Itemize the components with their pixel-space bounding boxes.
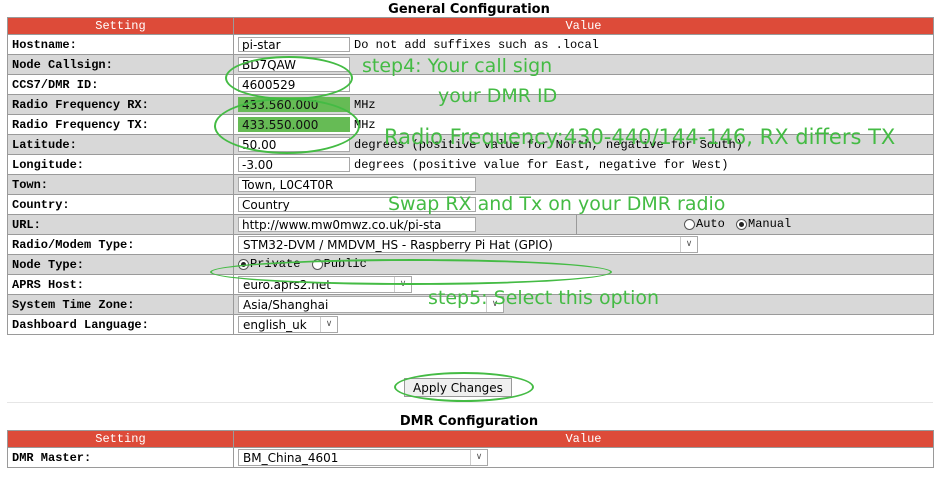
longitude-label: Longitude:: [7, 154, 234, 175]
modem-select-value: STM32-DVM / MMDVM_HS - Raspberry Pi Hat …: [243, 237, 553, 252]
language-select[interactable]: english_uk ∨: [238, 316, 338, 333]
longitude-note: degrees (positive value for East, negati…: [354, 157, 729, 172]
header-value: Value: [233, 17, 934, 35]
general-config-title: General Configuration: [388, 2, 550, 17]
dmr-config-title: DMR Configuration: [399, 414, 539, 429]
chevron-down-icon: ∨: [680, 237, 697, 252]
dmr-config-table: Setting Value DMR Master: BM_China_4601 ∨: [7, 430, 934, 468]
section-divider: [7, 402, 933, 403]
town-input[interactable]: Town, L0C4T0R: [238, 177, 476, 192]
hostname-note: Do not add suffixes such as .local: [354, 37, 599, 52]
url-cell-divider: [576, 215, 577, 234]
annotation-swap: Swap RX and Tx on your DMR radio: [388, 193, 726, 215]
table-header: Setting Value: [7, 17, 934, 35]
annotation-step4: step4: Your call sign: [362, 55, 553, 77]
dmr-id-label: CCS7/DMR ID:: [7, 74, 234, 95]
modem-label: Radio/Modem Type:: [7, 234, 234, 255]
timezone-select-value: Asia/Shanghai: [243, 297, 329, 312]
apply-highlight-ellipse: [394, 372, 534, 402]
url-manual-radio[interactable]: [736, 218, 748, 230]
hostname-label: Hostname:: [7, 34, 234, 55]
chevron-down-icon: ∨: [320, 317, 337, 332]
language-select-value: english_uk: [243, 317, 307, 332]
header-setting: Setting: [7, 17, 234, 35]
modem-highlight-ellipse: [210, 259, 612, 285]
rx-unit: MHz: [354, 97, 376, 112]
modem-select[interactable]: STM32-DVM / MMDVM_HS - Raspberry Pi Hat …: [238, 236, 698, 253]
latitude-label: Latitude:: [7, 134, 234, 155]
row-longitude: Longitude: -3.00 degrees (positive value …: [7, 154, 934, 175]
table-header: Setting Value: [7, 430, 934, 448]
annotation-step5: step5: Select this option: [428, 287, 660, 309]
row-language: Dashboard Language: english_uk ∨: [7, 314, 934, 335]
country-label: Country:: [7, 194, 234, 215]
callsign-label: Node Callsign:: [7, 54, 234, 75]
header-setting: Setting: [7, 430, 234, 448]
dmr-master-select-value: BM_China_4601: [243, 450, 339, 465]
row-url: URL: http://www.mw0mwz.co.uk/pi-sta Auto…: [7, 214, 934, 235]
hostname-input[interactable]: pi-star: [238, 37, 350, 52]
row-modem: Radio/Modem Type: STM32-DVM / MMDVM_HS -…: [7, 234, 934, 255]
timezone-label: System Time Zone:: [7, 294, 234, 315]
callsign-highlight-ellipse: [225, 56, 353, 100]
annotation-frequency: Radio Frequency:430-440/144-146, RX diff…: [384, 125, 896, 149]
frequency-highlight-ellipse: [214, 98, 360, 154]
town-label: Town:: [7, 174, 234, 195]
header-value: Value: [233, 430, 934, 448]
dmr-master-select[interactable]: BM_China_4601 ∨: [238, 449, 488, 466]
url-auto-label: Auto: [696, 217, 725, 231]
row-hostname: Hostname: pi-star Do not add suffixes suc…: [7, 34, 934, 55]
tx-label: Radio Frequency TX:: [7, 114, 234, 135]
row-dmr-master: DMR Master: BM_China_4601 ∨: [7, 447, 934, 468]
url-auto-radio[interactable]: [684, 218, 695, 230]
dmr-master-label: DMR Master:: [7, 447, 234, 468]
url-label: URL:: [7, 214, 234, 235]
longitude-input[interactable]: -3.00: [238, 157, 350, 172]
aprs-label: APRS Host:: [7, 274, 234, 295]
annotation-dmr-id: your DMR ID: [438, 85, 558, 107]
url-input[interactable]: http://www.mw0mwz.co.uk/pi-sta: [238, 217, 476, 232]
url-manual-label: Manual: [748, 217, 792, 231]
row-town: Town: Town, L0C4T0R: [7, 174, 934, 195]
chevron-down-icon: ∨: [470, 450, 487, 465]
node-type-label: Node Type:: [7, 254, 234, 275]
rx-label: Radio Frequency RX:: [7, 94, 234, 115]
language-label: Dashboard Language:: [7, 314, 234, 335]
